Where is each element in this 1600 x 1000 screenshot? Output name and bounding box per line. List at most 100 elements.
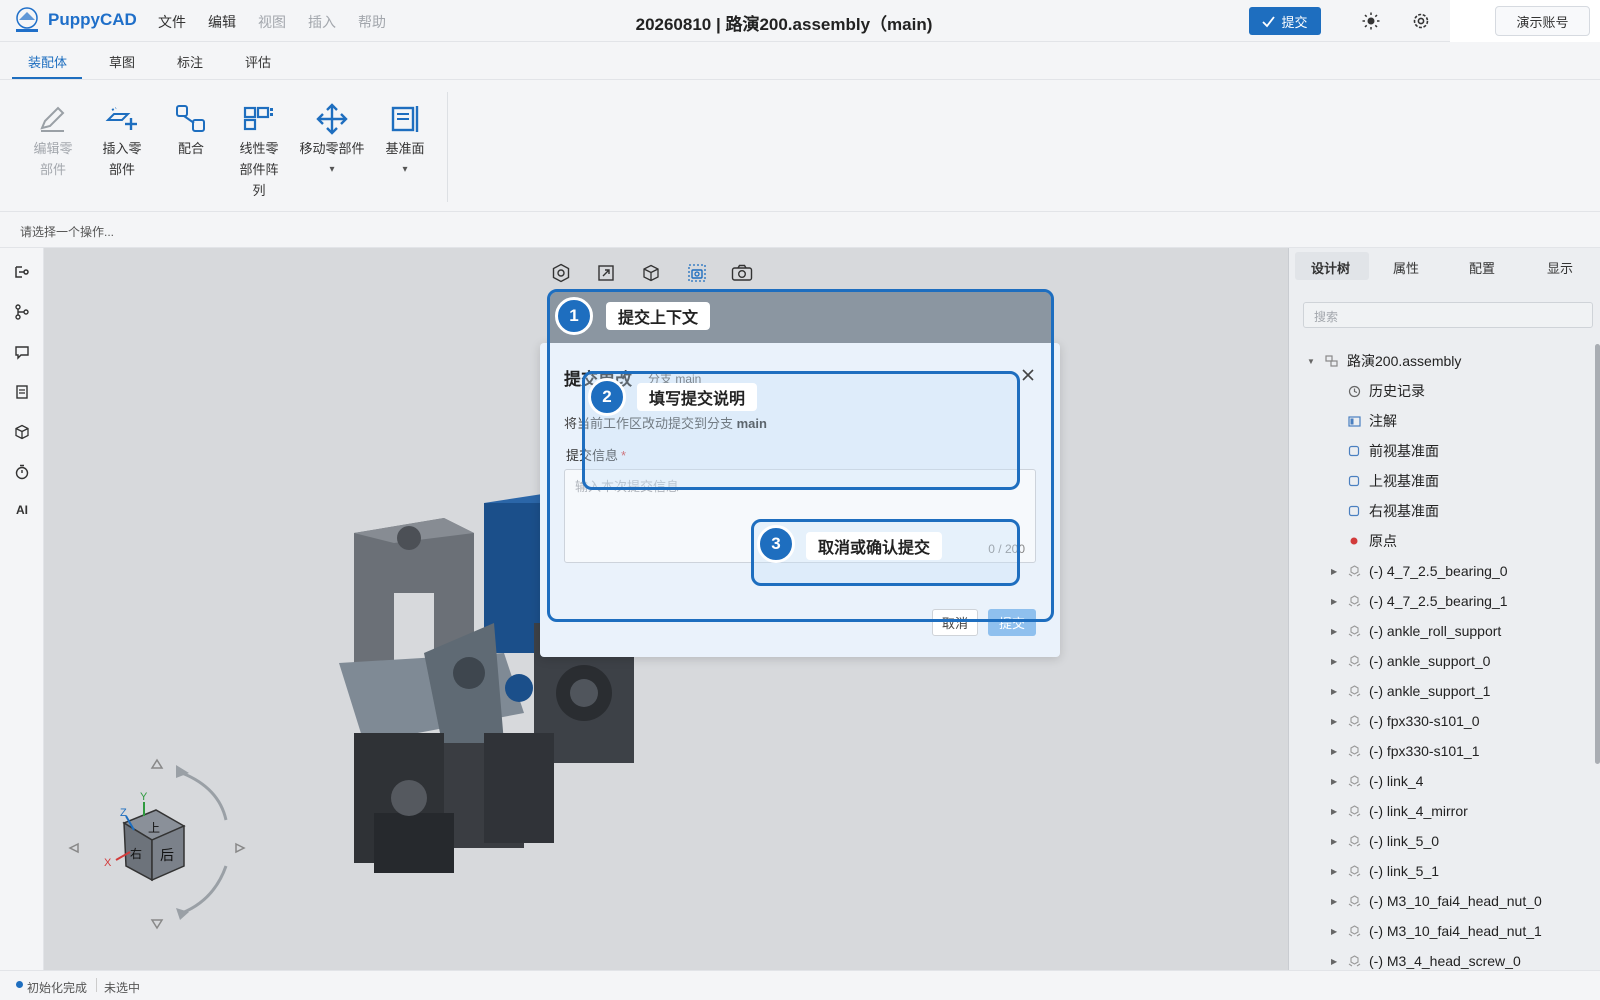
ribbon-tabs: 装配体 草图 标注 评估 — [0, 42, 1600, 80]
expand-right-icon[interactable]: ▶ — [1331, 597, 1341, 606]
view-cube-up-arrow-icon[interactable] — [150, 758, 164, 769]
expand-right-icon[interactable]: ▶ — [1331, 747, 1341, 756]
tree-part-item[interactable]: ▶ (-) link_4_mirror — [1331, 800, 1468, 822]
part-icon — [1347, 894, 1361, 908]
tab-sketch[interactable]: 草图 — [109, 52, 135, 71]
tree-part-item[interactable]: ▶ (-) 4_7_2.5_bearing_0 — [1331, 560, 1508, 582]
expand-right-icon[interactable]: ▶ — [1331, 897, 1341, 906]
tree-part-label: (-) link_4_mirror — [1369, 803, 1468, 819]
mate-button[interactable]: 配合 — [159, 100, 223, 159]
tree-root[interactable]: ▼ 路演200.assembly — [1307, 350, 1461, 372]
tree-scrollbar[interactable] — [1595, 344, 1600, 764]
view-cube-right-arrow-icon[interactable] — [235, 842, 246, 854]
move-component-button[interactable]: 移动零部件 ▾ — [292, 100, 372, 180]
display-mode-cube-icon[interactable] — [640, 262, 662, 284]
tree-part-item[interactable]: ▶ (-) link_4 — [1331, 770, 1423, 792]
origin-dot-icon — [1347, 534, 1361, 548]
comment-icon[interactable] — [12, 342, 32, 362]
view-cube[interactable]: Y X Z 上 右 后 — [64, 748, 264, 938]
tree-part-item[interactable]: ▶ (-) ankle_roll_support — [1331, 620, 1501, 642]
right-panel: 设计树 属性 配置 显示 搜索 ▼ 路演200.assembly 历史记录 注解… — [1288, 248, 1600, 970]
part-icon — [1347, 954, 1361, 968]
expand-right-icon[interactable]: ▶ — [1331, 657, 1341, 666]
operation-hint: 请选择一个操作... — [20, 225, 115, 239]
tab-evaluate[interactable]: 评估 — [245, 52, 271, 71]
fit-view-icon[interactable] — [595, 262, 617, 284]
part-icon — [1347, 654, 1361, 668]
part-icon — [1347, 924, 1361, 938]
tree-part-item[interactable]: ▶ (-) M3_4_head_screw_0 — [1331, 950, 1521, 970]
expand-right-icon[interactable]: ▶ — [1331, 957, 1341, 966]
part-icon — [1347, 714, 1361, 728]
move-dropdown-chevron-icon[interactable]: ▾ — [292, 159, 372, 180]
tree-part-item[interactable]: ▶ (-) fpx330-s101_0 — [1331, 710, 1480, 732]
tree-part-item[interactable]: ▶ (-) ankle_support_0 — [1331, 650, 1490, 672]
plane-dropdown-chevron-icon[interactable]: ▾ — [373, 159, 437, 180]
tree-item-top-plane[interactable]: 上视基准面 — [1347, 470, 1439, 492]
view-cube-down-arrow-icon[interactable] — [150, 919, 164, 930]
edit-part-button[interactable]: 编辑零 部件 — [21, 100, 85, 180]
assembly-tree-icon[interactable] — [12, 262, 32, 282]
linear-pattern-button[interactable]: 线性零 部件阵 列 — [227, 100, 291, 201]
view-orientation-icon[interactable] — [550, 262, 572, 284]
tree-item-front-plane[interactable]: 前视基准面 — [1347, 440, 1439, 462]
part-icon — [1347, 684, 1361, 698]
expand-right-icon[interactable]: ▶ — [1331, 837, 1341, 846]
tree-part-item[interactable]: ▶ (-) link_5_0 — [1331, 830, 1439, 852]
expand-right-icon[interactable]: ▶ — [1331, 687, 1341, 696]
axis-z-label: Z — [120, 807, 127, 819]
expand-right-icon[interactable]: ▶ — [1331, 627, 1341, 636]
tree-part-item[interactable]: ▶ (-) ankle_support_1 — [1331, 680, 1490, 702]
document-title: 20260810 | 路演200.assembly（main) — [635, 15, 933, 34]
tree-search-input[interactable]: 搜索 — [1303, 302, 1593, 328]
tree-part-label: (-) ankle_roll_support — [1369, 623, 1502, 639]
plane-icon — [1347, 474, 1361, 488]
insert-part-button[interactable]: 插入零 部件 — [90, 100, 154, 180]
expand-right-icon[interactable]: ▶ — [1331, 717, 1341, 726]
ai-assistant-button[interactable]: AI — [12, 500, 32, 520]
tree-part-item[interactable]: ▶ (-) 4_7_2.5_bearing_1 — [1331, 590, 1508, 612]
tree-part-item[interactable]: ▶ (-) link_5_1 — [1331, 860, 1439, 882]
cube-face-back[interactable]: 后 — [160, 848, 174, 864]
assembly-icon — [1325, 354, 1339, 368]
tree-item-history[interactable]: 历史记录 — [1347, 380, 1425, 402]
theme-toggle-sun-icon[interactable] — [1360, 10, 1382, 32]
part-icon — [1347, 744, 1361, 758]
document-list-icon[interactable] — [12, 382, 32, 402]
settings-gear-icon[interactable] — [1410, 10, 1432, 32]
tab-design-tree[interactable]: 设计树 — [1311, 258, 1350, 277]
expand-right-icon[interactable]: ▶ — [1331, 807, 1341, 816]
reference-plane-button[interactable]: 基准面 ▾ — [373, 100, 437, 180]
tree-item-origin[interactable]: 原点 — [1347, 530, 1397, 552]
commit-button[interactable]: 提交 — [1249, 7, 1321, 35]
account-button[interactable]: 演示账号 — [1495, 6, 1590, 36]
part-library-cube-icon[interactable] — [12, 422, 32, 442]
operation-hint-bar: 请选择一个操作... — [0, 212, 1600, 248]
view-cube-left-arrow-icon[interactable] — [68, 842, 79, 854]
tour-step-2-label: 填写提交说明 — [637, 383, 758, 411]
tree-part-item[interactable]: ▶ (-) M3_10_fai4_head_nut_0 — [1331, 890, 1542, 912]
cube-face-top[interactable]: 上 — [148, 821, 160, 835]
tab-annotation[interactable]: 标注 — [177, 52, 203, 71]
expand-down-icon[interactable]: ▼ — [1307, 357, 1317, 366]
tree-item-right-plane[interactable]: 右视基准面 — [1347, 500, 1439, 522]
screenshot-camera-icon[interactable] — [731, 262, 753, 284]
tab-assembly[interactable]: 装配体 — [28, 52, 67, 71]
expand-right-icon[interactable]: ▶ — [1331, 867, 1341, 876]
cube-face-right[interactable]: 右 — [130, 846, 142, 861]
tab-display[interactable]: 显示 — [1547, 258, 1573, 277]
tree-part-item[interactable]: ▶ (-) M3_10_fai4_head_nut_1 — [1331, 920, 1542, 942]
timer-icon[interactable] — [12, 462, 32, 482]
expand-right-icon[interactable]: ▶ — [1331, 567, 1341, 576]
tab-configuration[interactable]: 配置 — [1469, 258, 1495, 277]
expand-right-icon[interactable]: ▶ — [1331, 927, 1341, 936]
expand-right-icon[interactable]: ▶ — [1331, 777, 1341, 786]
tree-part-label: (-) link_4 — [1369, 773, 1424, 789]
tree-part-item[interactable]: ▶ (-) fpx330-s101_1 — [1331, 740, 1480, 762]
tree-part-label: (-) M3_10_fai4_head_nut_0 — [1369, 893, 1542, 909]
branch-icon[interactable] — [12, 302, 32, 322]
tour-step-2-badge: 2 — [588, 378, 626, 416]
tree-item-annotations[interactable]: 注解 — [1347, 410, 1397, 432]
section-view-icon[interactable] — [686, 262, 708, 284]
tab-properties[interactable]: 属性 — [1393, 258, 1419, 277]
